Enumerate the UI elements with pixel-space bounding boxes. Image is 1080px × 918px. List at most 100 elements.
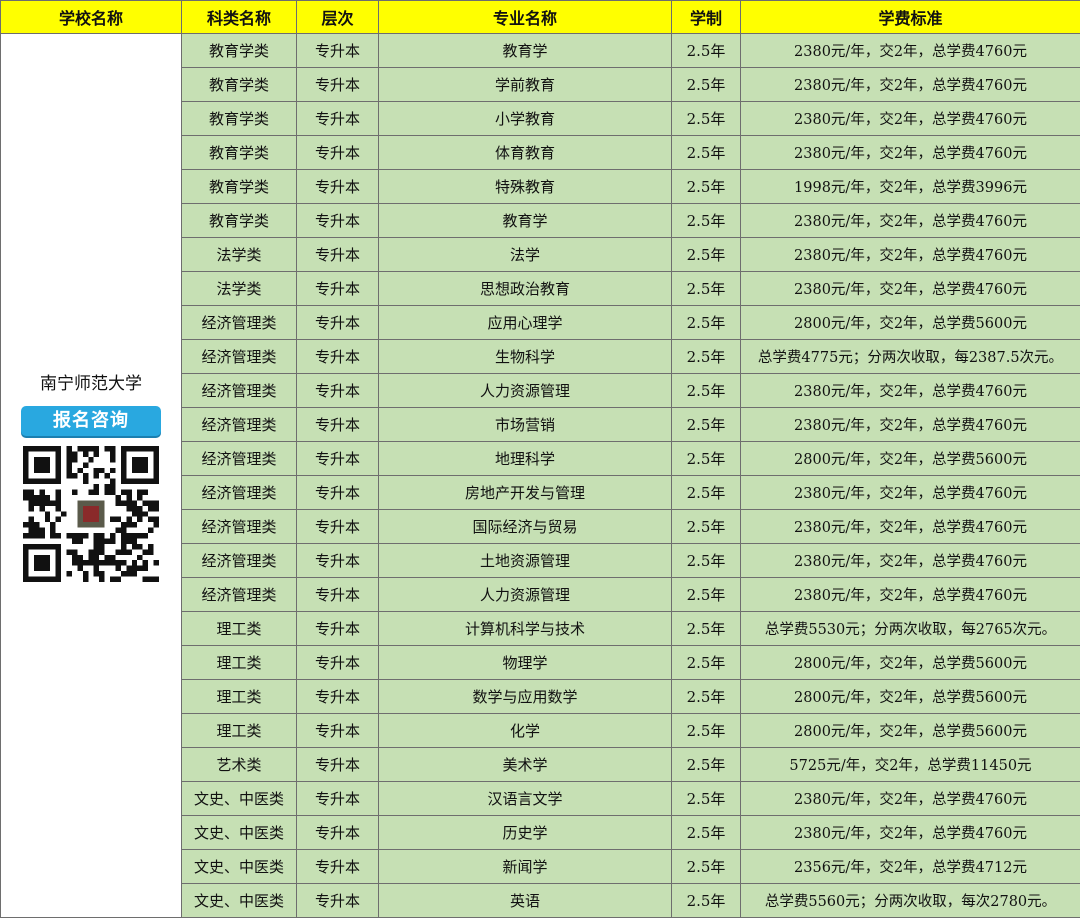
- category-cell: 理工类: [182, 680, 297, 714]
- major-cell: 新闻学: [379, 850, 672, 884]
- major-cell: 市场营销: [379, 408, 672, 442]
- duration-cell: 2.5年: [672, 476, 741, 510]
- level-cell: 专升本: [297, 884, 379, 918]
- major-cell: 思想政治教育: [379, 272, 672, 306]
- fee-cell: 2380元/年，交2年，总学费4760元: [741, 68, 1080, 102]
- fee-cell: 2356元/年，交2年，总学费4712元: [741, 850, 1080, 884]
- category-cell: 文史、中医类: [182, 782, 297, 816]
- duration-cell: 2.5年: [672, 306, 741, 340]
- duration-cell: 2.5年: [672, 272, 741, 306]
- level-cell: 专升本: [297, 408, 379, 442]
- level-cell: 专升本: [297, 782, 379, 816]
- fee-cell: 2380元/年，交2年，总学费4760元: [741, 272, 1080, 306]
- category-cell: 经济管理类: [182, 476, 297, 510]
- major-cell: 小学教育: [379, 102, 672, 136]
- major-cell: 房地产开发与管理: [379, 476, 672, 510]
- major-cell: 英语: [379, 884, 672, 918]
- level-cell: 专升本: [297, 136, 379, 170]
- fee-cell: 2380元/年，交2年，总学费4760元: [741, 544, 1080, 578]
- fee-cell: 总学费4775元；分两次收取，每2387.5次元。: [741, 340, 1080, 374]
- major-cell: 土地资源管理: [379, 544, 672, 578]
- fee-cell: 2800元/年，交2年，总学费5600元: [741, 680, 1080, 714]
- level-cell: 专升本: [297, 306, 379, 340]
- category-cell: 经济管理类: [182, 510, 297, 544]
- duration-cell: 2.5年: [672, 884, 741, 918]
- category-cell: 教育学类: [182, 34, 297, 68]
- level-cell: 专升本: [297, 170, 379, 204]
- duration-cell: 2.5年: [672, 544, 741, 578]
- major-cell: 人力资源管理: [379, 578, 672, 612]
- level-cell: 专升本: [297, 680, 379, 714]
- major-cell: 教育学: [379, 204, 672, 238]
- level-cell: 专升本: [297, 544, 379, 578]
- level-cell: 专升本: [297, 340, 379, 374]
- major-cell: 汉语言文学: [379, 782, 672, 816]
- major-cell: 数学与应用数学: [379, 680, 672, 714]
- fee-cell: 2380元/年，交2年，总学费4760元: [741, 204, 1080, 238]
- duration-cell: 2.5年: [672, 782, 741, 816]
- level-cell: 专升本: [297, 204, 379, 238]
- duration-cell: 2.5年: [672, 170, 741, 204]
- school-name: 南宁师范大学: [1, 369, 181, 394]
- fee-cell: 总学费5530元；分两次收取，每2765次元。: [741, 612, 1080, 646]
- duration-cell: 2.5年: [672, 68, 741, 102]
- fee-cell: 5725元/年，交2年，总学费11450元: [741, 748, 1080, 782]
- duration-cell: 2.5年: [672, 680, 741, 714]
- level-cell: 专升本: [297, 102, 379, 136]
- major-cell: 人力资源管理: [379, 374, 672, 408]
- header-fee: 学费标准: [741, 1, 1080, 34]
- fee-cell: 2380元/年，交2年，总学费4760元: [741, 816, 1080, 850]
- major-cell: 学前教育: [379, 68, 672, 102]
- duration-cell: 2.5年: [672, 578, 741, 612]
- category-cell: 教育学类: [182, 102, 297, 136]
- level-cell: 专升本: [297, 816, 379, 850]
- category-cell: 经济管理类: [182, 578, 297, 612]
- tuition-table: 学校名称 科类名称 层次 专业名称 学制 学费标准 南宁师范大学报名咨询教育学类…: [0, 0, 1080, 918]
- level-cell: 专升本: [297, 34, 379, 68]
- duration-cell: 2.5年: [672, 136, 741, 170]
- major-cell: 生物科学: [379, 340, 672, 374]
- table-row: 南宁师范大学报名咨询教育学类专升本教育学2.5年2380元/年，交2年，总学费4…: [1, 34, 1080, 68]
- duration-cell: 2.5年: [672, 408, 741, 442]
- duration-cell: 2.5年: [672, 102, 741, 136]
- category-cell: 教育学类: [182, 204, 297, 238]
- fee-cell: 2800元/年，交2年，总学费5600元: [741, 442, 1080, 476]
- header-school-name: 学校名称: [1, 1, 182, 34]
- consult-button[interactable]: 报名咨询: [21, 406, 161, 436]
- duration-cell: 2.5年: [672, 204, 741, 238]
- fee-cell: 总学费5560元；分两次收取，每次2780元。: [741, 884, 1080, 918]
- major-cell: 体育教育: [379, 136, 672, 170]
- qr-code-icon: [23, 446, 159, 582]
- major-cell: 法学: [379, 238, 672, 272]
- category-cell: 经济管理类: [182, 340, 297, 374]
- level-cell: 专升本: [297, 850, 379, 884]
- category-cell: 经济管理类: [182, 408, 297, 442]
- duration-cell: 2.5年: [672, 374, 741, 408]
- category-cell: 理工类: [182, 646, 297, 680]
- category-cell: 文史、中医类: [182, 850, 297, 884]
- header-category: 科类名称: [182, 1, 297, 34]
- table-body: 南宁师范大学报名咨询教育学类专升本教育学2.5年2380元/年，交2年，总学费4…: [1, 34, 1080, 918]
- category-cell: 文史、中医类: [182, 884, 297, 918]
- fee-cell: 1998元/年，交2年，总学费3996元: [741, 170, 1080, 204]
- category-cell: 经济管理类: [182, 544, 297, 578]
- major-cell: 教育学: [379, 34, 672, 68]
- category-cell: 法学类: [182, 238, 297, 272]
- fee-cell: 2380元/年，交2年，总学费4760元: [741, 782, 1080, 816]
- category-cell: 文史、中医类: [182, 816, 297, 850]
- category-cell: 教育学类: [182, 68, 297, 102]
- level-cell: 专升本: [297, 714, 379, 748]
- duration-cell: 2.5年: [672, 238, 741, 272]
- fee-cell: 2800元/年，交2年，总学费5600元: [741, 714, 1080, 748]
- duration-cell: 2.5年: [672, 646, 741, 680]
- header-duration: 学制: [672, 1, 741, 34]
- fee-cell: 2380元/年，交2年，总学费4760元: [741, 136, 1080, 170]
- header-major: 专业名称: [379, 1, 672, 34]
- category-cell: 法学类: [182, 272, 297, 306]
- major-cell: 化学: [379, 714, 672, 748]
- level-cell: 专升本: [297, 578, 379, 612]
- duration-cell: 2.5年: [672, 442, 741, 476]
- level-cell: 专升本: [297, 238, 379, 272]
- level-cell: 专升本: [297, 748, 379, 782]
- level-cell: 专升本: [297, 374, 379, 408]
